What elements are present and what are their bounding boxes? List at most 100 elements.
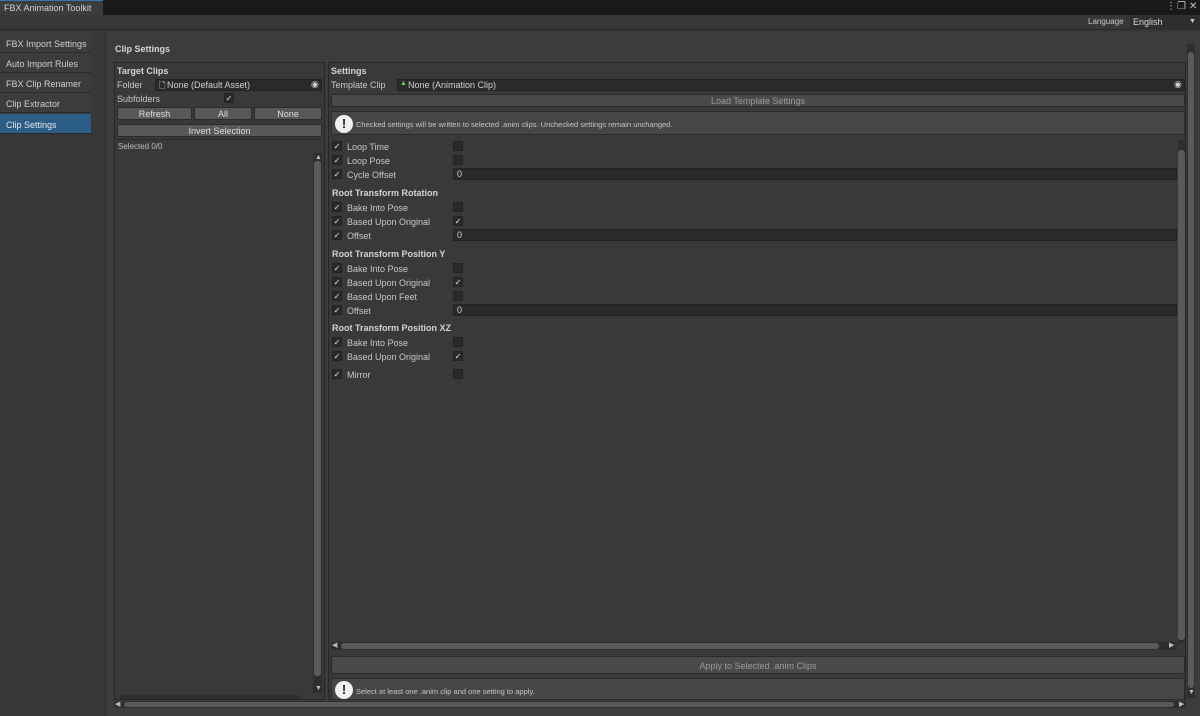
scroll-right-icon[interactable]: ▶ [1179, 701, 1184, 709]
chevron-down-icon: ▼ [1189, 18, 1196, 25]
position-y-original-value-checkbox[interactable]: ✓ [453, 277, 463, 287]
loop-pose-value-checkbox[interactable] [453, 155, 463, 165]
check-icon: ✓ [333, 292, 341, 301]
position-y-offset-field[interactable]: 0 [453, 304, 1177, 316]
template-clip-label: Template Clip [331, 80, 386, 90]
check-icon: ✓ [333, 142, 341, 151]
scroll-thumb[interactable] [1188, 52, 1194, 688]
position-y-bake-label: Bake Into Pose [347, 264, 409, 274]
kebab-menu-icon[interactable]: ⋮ [1166, 1, 1176, 13]
settings-vscrollbar[interactable] [1178, 140, 1185, 643]
position-y-original-label: Based Upon Original [347, 278, 431, 288]
position-y-feet-value-checkbox[interactable] [453, 291, 463, 301]
position-xz-original-value-checkbox[interactable]: ✓ [453, 351, 463, 361]
clip-list-hscrollbar[interactable] [120, 695, 300, 699]
info-icon: ! [335, 681, 353, 699]
subfolders-checkbox[interactable]: ✓ [224, 93, 234, 103]
select-all-button[interactable]: All [194, 107, 252, 120]
position-y-feet-enable-checkbox[interactable]: ✓ [332, 291, 342, 301]
position-xz-original-enable-checkbox[interactable]: ✓ [332, 351, 342, 361]
position-y-original-enable-checkbox[interactable]: ✓ [332, 277, 342, 287]
info-box-top: ! Checked settings will be written to se… [331, 111, 1185, 135]
load-template-settings-button[interactable]: Load Template Settings [331, 94, 1185, 107]
check-icon: ✓ [333, 156, 341, 165]
apply-to-selected-button[interactable]: Apply to Selected .anim Clips [331, 656, 1185, 674]
loop-time-enable-checkbox[interactable]: ✓ [332, 141, 342, 151]
settings-hscrollbar[interactable] [331, 642, 1177, 650]
rotation-original-enable-checkbox[interactable]: ✓ [332, 216, 342, 226]
sidebar-item-clip-settings[interactable]: Clip Settings [0, 114, 91, 134]
check-icon: ✓ [333, 338, 341, 347]
sidebar-item-clip-extractor[interactable]: Clip Extractor [0, 93, 91, 113]
position-xz-bake-enable-checkbox[interactable]: ✓ [332, 337, 342, 347]
root-position-xz-header: Root Transform Position XZ [332, 323, 452, 333]
settings-header: Settings [331, 66, 367, 76]
sidebar-item-fbx-clip-renamer[interactable]: FBX Clip Renamer [0, 73, 91, 93]
check-icon: ✓ [333, 352, 341, 361]
rotation-offset-label: Offset [347, 231, 371, 241]
rotation-offset-field[interactable]: 0 [453, 229, 1177, 241]
scroll-left-icon[interactable]: ◀ [115, 701, 120, 709]
check-icon: ✓ [454, 217, 462, 226]
scroll-right-icon[interactable]: ▶ [1169, 642, 1174, 650]
scroll-thumb[interactable] [1178, 150, 1185, 640]
scroll-thumb[interactable] [314, 161, 321, 676]
check-icon: ✓ [333, 278, 341, 287]
position-y-bake-enable-checkbox[interactable]: ✓ [332, 263, 342, 273]
divider [114, 139, 325, 140]
mirror-value-checkbox[interactable] [453, 369, 463, 379]
info-text-top: Checked settings will be written to sele… [356, 120, 673, 129]
page-vscrollbar[interactable] [1187, 44, 1195, 698]
info-icon: ! [335, 115, 353, 133]
scroll-down-icon[interactable]: ▼ [315, 685, 322, 693]
mirror-enable-checkbox[interactable]: ✓ [332, 369, 342, 379]
root-rotation-header: Root Transform Rotation [332, 188, 438, 198]
window-tab[interactable]: FBX Animation Toolkit [0, 0, 103, 15]
position-xz-bake-value-checkbox[interactable] [453, 337, 463, 347]
object-picker-icon[interactable]: ◉ [311, 79, 319, 90]
scroll-down-icon[interactable]: ▼ [1188, 689, 1195, 697]
check-icon: ✓ [225, 94, 233, 103]
page-hscrollbar[interactable] [114, 701, 1186, 708]
position-xz-bake-label: Bake Into Pose [347, 338, 409, 348]
close-icon[interactable]: ✕ [1189, 1, 1197, 13]
loop-time-value-checkbox[interactable] [453, 141, 463, 151]
rotation-bake-enable-checkbox[interactable]: ✓ [332, 202, 342, 212]
scroll-up-icon[interactable]: ▲ [315, 154, 322, 162]
rotation-original-value-checkbox[interactable]: ✓ [453, 216, 463, 226]
template-clip-value: None (Animation Clip) [408, 80, 497, 90]
position-y-offset-enable-checkbox[interactable]: ✓ [332, 305, 342, 315]
select-none-button[interactable]: None [254, 107, 322, 120]
target-clips-panel [114, 62, 325, 700]
cycle-offset-enable-checkbox[interactable]: ✓ [332, 169, 342, 179]
maximize-icon[interactable]: ❐ [1177, 1, 1186, 13]
check-icon: ✓ [333, 264, 341, 273]
sidebar-item-fbx-import-settings[interactable]: FBX Import Settings [0, 33, 91, 53]
clip-list-scrollbar[interactable] [313, 153, 322, 693]
rotation-offset-enable-checkbox[interactable]: ✓ [332, 230, 342, 240]
scroll-left-icon[interactable]: ◀ [332, 642, 337, 650]
check-icon: ✓ [333, 231, 341, 240]
folder-object-field[interactable]: 🗋 None (Default Asset) ◉ [155, 79, 322, 91]
window-tab-bar [0, 0, 1200, 15]
scroll-thumb[interactable] [124, 702, 1174, 707]
loop-pose-enable-checkbox[interactable]: ✓ [332, 155, 342, 165]
template-clip-field[interactable]: ▲ None (Animation Clip) ◉ [397, 79, 1185, 91]
scroll-thumb[interactable] [341, 643, 1159, 649]
position-y-bake-value-checkbox[interactable] [453, 263, 463, 273]
object-picker-icon[interactable]: ◉ [1174, 79, 1182, 90]
invert-selection-button[interactable]: Invert Selection [117, 124, 322, 137]
rotation-original-label: Based Upon Original [347, 217, 431, 227]
language-bar [0, 15, 1200, 30]
loop-time-label: Loop Time [347, 142, 390, 152]
file-icon: 🗋 [159, 81, 166, 90]
sidebar-item-auto-import-rules[interactable]: Auto Import Rules [0, 53, 91, 73]
refresh-button[interactable]: Refresh [117, 107, 192, 120]
rotation-bake-value-checkbox[interactable] [453, 202, 463, 212]
cycle-offset-field[interactable]: 0 [453, 168, 1177, 180]
loop-pose-label: Loop Pose [347, 156, 391, 166]
position-y-offset-label: Offset [347, 306, 371, 316]
rotation-bake-label: Bake Into Pose [347, 203, 409, 213]
check-icon: ✓ [454, 278, 462, 287]
check-icon: ✓ [454, 352, 462, 361]
